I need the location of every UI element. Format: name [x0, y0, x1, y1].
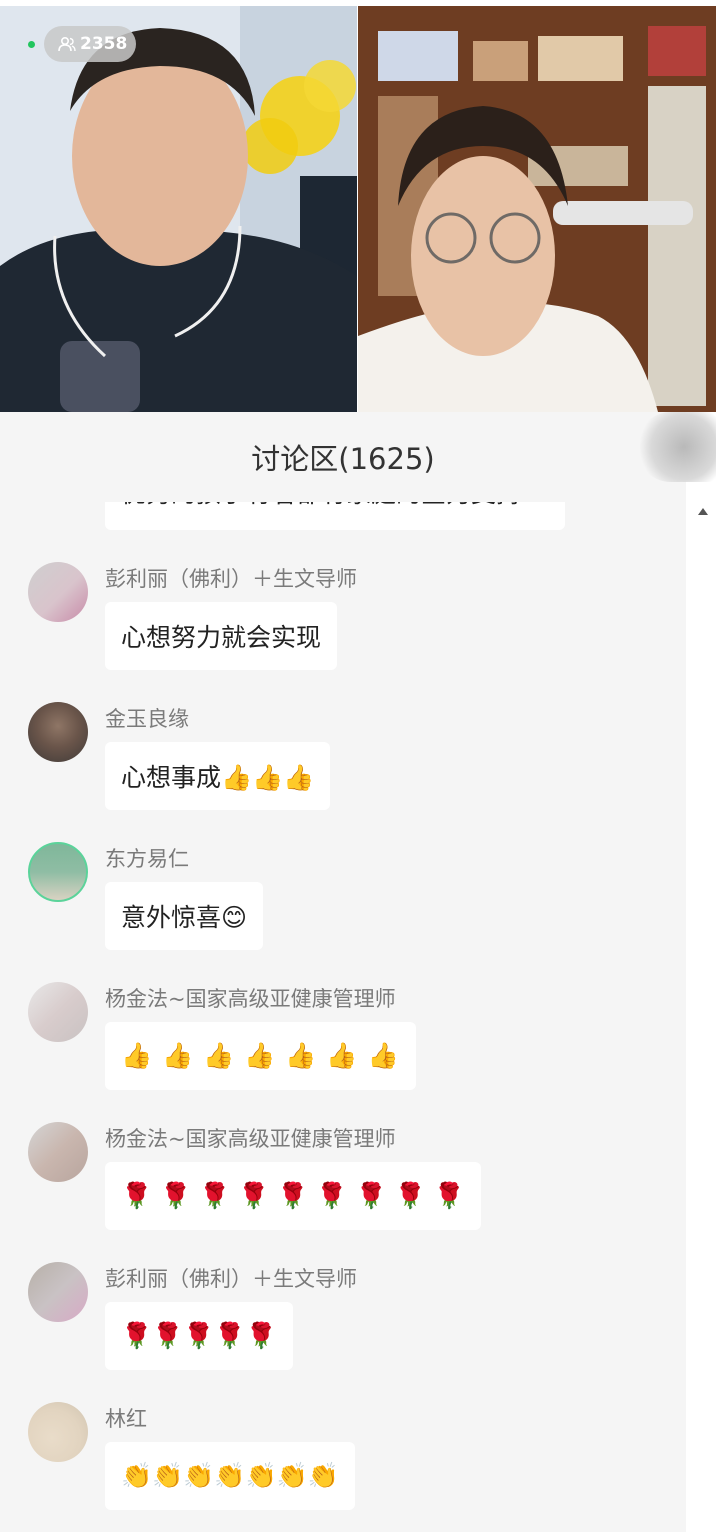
avatar[interactable] — [28, 702, 88, 762]
scroll-up-arrow-icon[interactable] — [698, 508, 708, 515]
message-bubble: 心想努力就会实现 — [105, 602, 338, 670]
message-bubble: 🌹 🌹 🌹 🌹 🌹 🌹 🌹 🌹 🌹 — [105, 1162, 481, 1230]
chat-message: 杨金法~国家高级亚健康管理师 🌹 🌹 🌹 🌹 🌹 🌹 🌹 🌹 🌹 — [0, 1115, 686, 1245]
host-video-frame — [0, 6, 357, 412]
avatar[interactable] — [28, 842, 88, 902]
message-bubble: 🌹🌹🌹🌹🌹 — [105, 1302, 293, 1370]
viewer-count-badge[interactable]: 2358 — [44, 26, 136, 62]
discussion-panel[interactable]: 优秀的孩子有着都有家庭的全力支持 讨论区(1625) 彭利丽（佛利）＋生文导师 … — [0, 412, 716, 1532]
live-indicator-dot — [28, 41, 35, 48]
viewer-count: 2358 — [80, 34, 128, 54]
message-bubble: 👍 👍 👍 👍 👍 👍 👍 — [105, 1022, 416, 1090]
chat-message: 东方易仁 意外惊喜😊 — [0, 835, 686, 965]
message-bubble: 👏👏👏👏👏👏👏 — [105, 1442, 355, 1510]
scrollbar-track[interactable] — [686, 412, 716, 1532]
chat-message: 杨金法~国家高级亚健康管理师 👍 👍 👍 👍 👍 👍 👍 — [0, 975, 686, 1105]
host-video[interactable] — [0, 6, 357, 412]
message-username[interactable]: 金玉良缘 — [105, 703, 189, 733]
discussion-header: 讨论区(1625) — [0, 412, 686, 502]
floating-action-ball[interactable] — [636, 412, 716, 482]
message-username[interactable]: 杨金法~国家高级亚健康管理师 — [105, 983, 396, 1013]
guest-video[interactable] — [358, 6, 716, 412]
chat-message: 林红 👏👏👏👏👏👏👏 — [0, 1395, 686, 1525]
message-bubble: 意外惊喜😊 — [105, 882, 264, 950]
avatar[interactable] — [28, 562, 88, 622]
message-username[interactable]: 杨金法~国家高级亚健康管理师 — [105, 1123, 396, 1153]
chat-message: 金玉良缘 心想事成👍👍👍 — [0, 695, 686, 825]
avatar[interactable] — [28, 1122, 88, 1182]
avatar[interactable] — [28, 1262, 88, 1322]
message-username[interactable]: 林红 — [105, 1403, 147, 1433]
avatar[interactable] — [28, 982, 88, 1042]
message-username[interactable]: 彭利丽（佛利）＋生文导师 — [105, 563, 357, 593]
guest-video-frame — [358, 6, 716, 412]
message-username[interactable]: 东方易仁 — [105, 843, 189, 873]
chat-message: 彭利丽（佛利）＋生文导师 心想努力就会实现 — [0, 555, 686, 685]
message-bubble: 心想事成👍👍👍 — [105, 742, 331, 810]
live-video-area[interactable]: 2358 — [0, 0, 716, 412]
avatar[interactable] — [28, 1402, 88, 1462]
people-icon — [58, 36, 76, 52]
chat-message: 彭利丽（佛利）＋生文导师 🌹🌹🌹🌹🌹 — [0, 1255, 686, 1385]
message-username[interactable]: 彭利丽（佛利）＋生文导师 — [105, 1263, 357, 1293]
discussion-title: 讨论区(1625) — [251, 442, 435, 476]
